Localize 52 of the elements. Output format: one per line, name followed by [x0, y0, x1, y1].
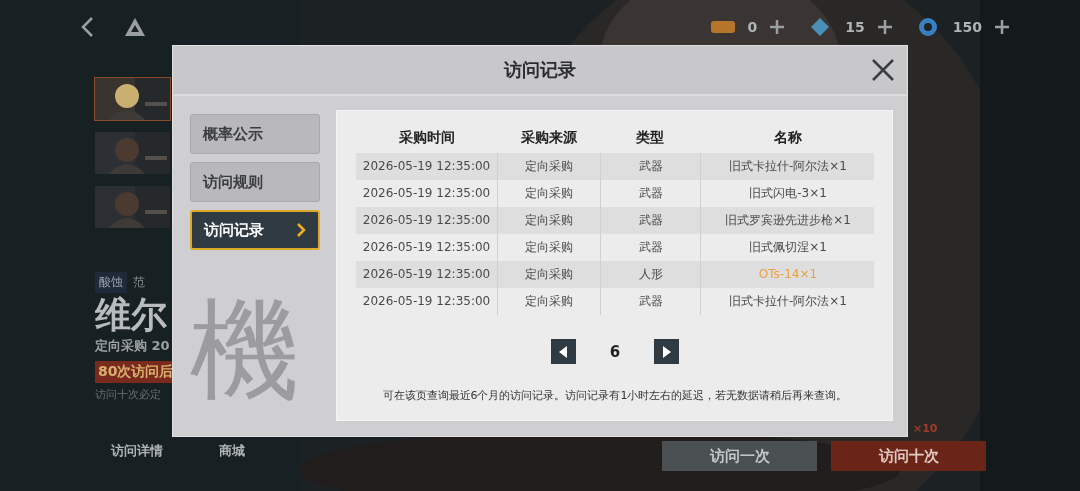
table-cell-text: 2026-05-19 12:35:00: [361, 266, 492, 283]
column-header: 类型: [635, 128, 665, 147]
triangle-logo-icon: [124, 17, 146, 37]
currency-amount: 150: [952, 19, 982, 35]
sidebar-tab[interactable]: 访问记录: [190, 210, 320, 250]
banner-title: 维尔: [95, 293, 168, 337]
sidebar-tab[interactable]: 访问规则: [190, 162, 320, 202]
triangle-left-icon: [558, 345, 569, 358]
previous-page-button[interactable]: [550, 339, 576, 364]
column-header: 采购来源: [519, 128, 578, 147]
next-page-button[interactable]: [654, 339, 680, 364]
visit-button[interactable]: 访问一次: [662, 441, 817, 471]
tag-text: 范: [133, 274, 145, 291]
table-cell: 旧式罗宾逊先进步枪×1: [700, 207, 875, 234]
dialog-title: 访问记录: [504, 58, 576, 82]
close-icon[interactable]: [871, 58, 895, 82]
currency-amount: 15: [845, 19, 865, 35]
table-cell-text: 2026-05-19 12:35:00: [361, 293, 492, 310]
table-cell: 武器: [600, 153, 700, 180]
table-cell: 旧式卡拉什-阿尔法×1: [700, 288, 875, 315]
column-header: 采购时间: [397, 128, 456, 147]
banner-subtitle: 定向采购 20: [95, 337, 171, 355]
nav-link[interactable]: 访问详情: [111, 442, 163, 460]
currency-amount: 0: [747, 19, 758, 35]
column-header: 名称: [772, 128, 803, 147]
triangle-right-icon: [661, 345, 672, 358]
multiplier-label: ×10: [913, 422, 938, 435]
banner-hint: 访问十次必定: [95, 387, 162, 402]
table-cell: 定向采购: [497, 288, 600, 315]
page-number: 6: [609, 342, 621, 361]
table-cell: 定向采购: [497, 207, 600, 234]
table-cell-text: 2026-05-19 12:35:00: [361, 212, 492, 229]
plus-icon[interactable]: [994, 19, 1010, 35]
info-text: 可在该页查询最近6个月的访问记录。访问记录有1小时左右的延迟，若无数据请稍后再来查询。: [381, 388, 849, 403]
table-cell: 武器: [600, 288, 700, 315]
plus-icon[interactable]: [769, 19, 786, 35]
table-cell-text: 2026-05-19 12:35:00: [361, 239, 492, 256]
nav-link[interactable]: 商城: [219, 442, 245, 460]
table-cell: OTs-14×1: [700, 261, 875, 288]
visit-button[interactable]: 访问十次: [831, 441, 986, 471]
element-tag: 酸蚀: [95, 272, 127, 293]
table-cell: 武器: [600, 207, 700, 234]
table-cell: 定向采购: [497, 261, 600, 288]
table-cell: 旧式卡拉什-阿尔法×1: [700, 153, 875, 180]
sidebar-tab[interactable]: 概率公示: [190, 114, 320, 154]
plus-icon[interactable]: [876, 19, 893, 35]
table-cell-text: 2026-05-19 12:35:00: [361, 185, 492, 202]
table-cell: 人形: [600, 261, 700, 288]
table-cell: 定向采购: [497, 153, 600, 180]
chevron-right-icon: [296, 222, 306, 238]
back-icon[interactable]: [80, 16, 94, 38]
table-cell-text: 2026-05-19 12:35:00: [361, 158, 492, 175]
